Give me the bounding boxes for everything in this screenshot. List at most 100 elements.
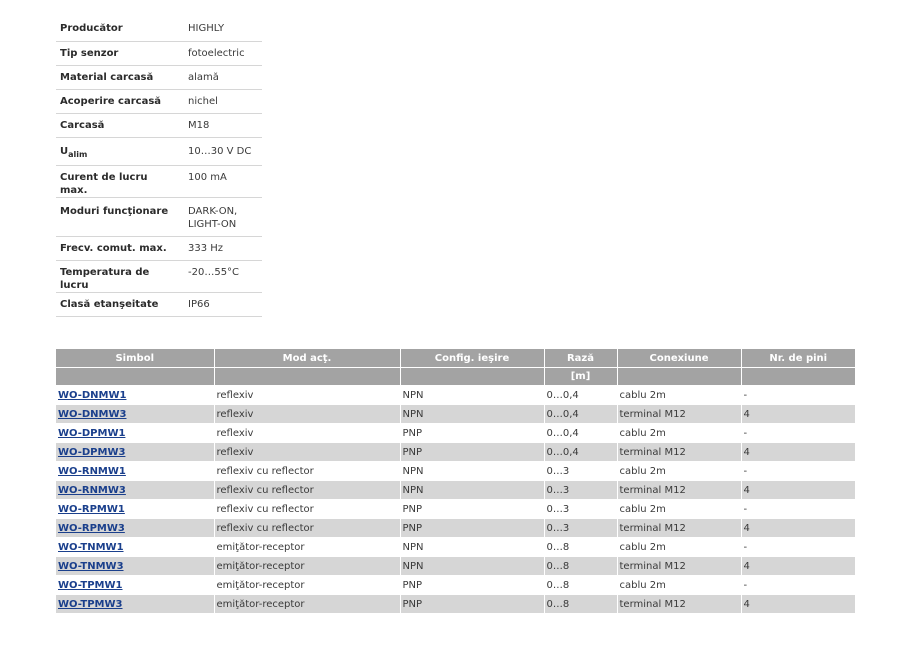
spec-label: Carcasă [56, 113, 182, 138]
spec-row: Material carcasă alamă [56, 65, 262, 90]
table-row: WO-RPMW3 reflexiv cu reflector PNP 0…3 termi… [56, 518, 855, 538]
table-row: WO-DPMW1 reflexiv PNP 0…0,4 cablu 2m - [56, 423, 855, 443]
product-link[interactable]: WO-RPMW1 [58, 504, 125, 515]
product-link[interactable]: WO-RNMW1 [58, 466, 126, 477]
table-row: WO-RNMW1 reflexiv cu reflector NPN 0…3 cablu… [56, 461, 855, 481]
spec-value-line: LIGHT-ON [188, 218, 237, 230]
spec-value: IP66 [182, 292, 262, 317]
output-cell: NPN [400, 480, 545, 500]
range-cell: 0…0,4 [544, 423, 618, 443]
product-link[interactable]: WO-DPMW1 [58, 428, 125, 439]
pins-cell: - [741, 461, 855, 481]
spec-label: Ualim [56, 137, 182, 166]
mode-cell: emiţător-receptor [214, 556, 401, 576]
connection-cell: cablu 2m [617, 575, 742, 595]
connection-cell: terminal M12 [617, 594, 742, 614]
spec-value: -20…55°C [182, 260, 262, 293]
table-row: WO-TNMW3 emiţător-receptor NPN 0…8 terminal … [56, 556, 855, 576]
spec-row: Clasă etanşeitate IP66 [56, 292, 262, 317]
table-units-row: [m] [56, 367, 855, 386]
connection-cell: terminal M12 [617, 556, 742, 576]
table-row: WO-RPMW1 reflexiv cu reflector PNP 0…3 cablu… [56, 499, 855, 519]
table-row: WO-DNMW1 reflexiv NPN 0…0,4 cablu 2m - [56, 385, 855, 405]
table-row: WO-TPMW1 emiţător-receptor PNP 0…8 cablu 2m - [56, 575, 855, 595]
connection-cell: terminal M12 [617, 480, 742, 500]
mode-cell: reflexiv [214, 442, 401, 462]
spec-label-main: U [60, 145, 69, 157]
pins-cell: - [741, 575, 855, 595]
pins-cell: - [741, 499, 855, 519]
specs-table: Producător HIGHLY Tip senzor fotoelectri… [56, 17, 262, 317]
spec-row: Moduri funcţionare DARK-ON, LIGHT-ON [56, 197, 262, 237]
column-header-pins: Nr. de pini [741, 349, 855, 368]
product-link[interactable]: WO-RPMW3 [58, 523, 125, 534]
product-link[interactable]: WO-DNMW1 [58, 390, 126, 401]
output-cell: PNP [400, 499, 545, 519]
spec-label: Moduri funcţionare [56, 197, 182, 237]
column-header-symbol: Simbol [56, 349, 215, 368]
pins-cell: - [741, 423, 855, 443]
mode-cell: reflexiv [214, 385, 401, 405]
range-cell: 0…3 [544, 461, 618, 481]
range-cell: 0…0,4 [544, 442, 618, 462]
pins-cell: 4 [741, 480, 855, 500]
spec-label: Temperatura de lucru [56, 260, 182, 293]
connection-cell: cablu 2m [617, 499, 742, 519]
range-cell: 0…8 [544, 556, 618, 576]
spec-value: 333 Hz [182, 236, 262, 261]
spec-row: Carcasă M18 [56, 113, 262, 138]
mode-cell: emiţător-receptor [214, 594, 401, 614]
connection-cell: terminal M12 [617, 442, 742, 462]
unit-cell [741, 367, 855, 386]
connection-cell: cablu 2m [617, 385, 742, 405]
range-cell: 0…0,4 [544, 404, 618, 424]
pins-cell: - [741, 385, 855, 405]
spec-label: Clasă etanşeitate [56, 292, 182, 317]
mode-cell: emiţător-receptor [214, 537, 401, 557]
symbol-cell: WO-TPMW3 [56, 594, 215, 614]
product-link[interactable]: WO-RNMW3 [58, 485, 126, 496]
spec-label: Producător [56, 17, 182, 42]
table-row: WO-TNMW1 emiţător-receptor NPN 0…8 cablu 2m - [56, 537, 855, 557]
product-link[interactable]: WO-TNMW1 [58, 542, 124, 553]
spec-row: Frecv. comut. max. 333 Hz [56, 236, 262, 261]
spec-label-subscript: alim [68, 149, 88, 159]
product-link[interactable]: WO-DPMW3 [58, 447, 125, 458]
symbol-cell: WO-DPMW1 [56, 423, 215, 443]
spec-row: Ualim 10…30 V DC [56, 137, 262, 166]
connection-cell: terminal M12 [617, 518, 742, 538]
pins-cell: 4 [741, 404, 855, 424]
column-header-range: Rază [544, 349, 618, 368]
output-cell: NPN [400, 537, 545, 557]
mode-cell: reflexiv cu reflector [214, 499, 401, 519]
table-header-row: Simbol Mod acţ. Config. ieşire Rază Cone… [56, 349, 855, 368]
spec-value: alamă [182, 65, 262, 90]
symbol-cell: WO-TNMW3 [56, 556, 215, 576]
spec-label: Tip senzor [56, 41, 182, 66]
spec-label: Frecv. comut. max. [56, 236, 182, 261]
spec-value-line: DARK-ON, [188, 205, 238, 217]
output-cell: PNP [400, 575, 545, 595]
spec-value: fotoelectric [182, 41, 262, 66]
table-row: WO-TPMW3 emiţător-receptor PNP 0…8 terminal … [56, 594, 855, 614]
spec-label: Curent de lucru max. [56, 165, 182, 198]
symbol-cell: WO-DNMW3 [56, 404, 215, 424]
product-link[interactable]: WO-TNMW3 [58, 561, 124, 572]
symbol-cell: WO-TPMW1 [56, 575, 215, 595]
pins-cell: - [741, 537, 855, 557]
mode-cell: reflexiv [214, 404, 401, 424]
unit-cell [617, 367, 742, 386]
mode-cell: reflexiv cu reflector [214, 461, 401, 481]
connection-cell: terminal M12 [617, 404, 742, 424]
output-cell: PNP [400, 518, 545, 538]
product-link[interactable]: WO-DNMW3 [58, 409, 126, 420]
output-cell: PNP [400, 594, 545, 614]
table-row: WO-DPMW3 reflexiv PNP 0…0,4 terminal M12 4 [56, 442, 855, 462]
symbol-cell: WO-TNMW1 [56, 537, 215, 557]
range-cell: 0…8 [544, 594, 618, 614]
connection-cell: cablu 2m [617, 537, 742, 557]
product-link[interactable]: WO-TPMW3 [58, 599, 123, 610]
product-link[interactable]: WO-TPMW1 [58, 580, 123, 591]
products-table: Simbol Mod acţ. Config. ieşire Rază Cone… [56, 349, 855, 614]
symbol-cell: WO-RPMW3 [56, 518, 215, 538]
